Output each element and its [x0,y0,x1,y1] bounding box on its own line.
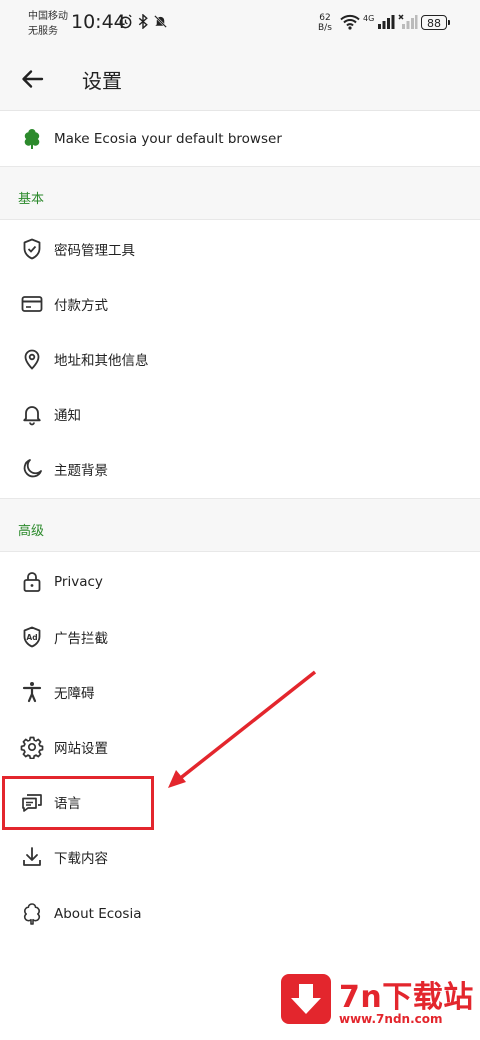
accessibility-icon [20,680,44,704]
bell-icon [20,402,44,426]
page-title: 设置 [82,69,122,93]
network-type: 4G [363,14,375,23]
settings-item-label: 网站设置 [54,740,108,757]
tree-outline-icon [20,902,44,926]
battery-indicator: 88 [421,15,450,30]
ad-shield-icon: Ad [20,625,44,649]
watermark: 7n下载站 www.7ndn.com [265,960,480,1040]
settings-item-label: 无障碍 [54,685,95,702]
back-arrow-icon [22,70,44,88]
network-speed-value: 62 [319,13,331,23]
app-bar: 设置 [0,48,480,111]
settings-item-passwords[interactable]: 密码管理工具 [0,221,480,276]
lock-icon [20,570,44,594]
settings-item-label: 付款方式 [54,297,108,314]
watermark-text: 7n下载站 [339,980,474,1015]
settings-item-site-settings[interactable]: 网站设置 [0,719,480,774]
settings-item-label: 密码管理工具 [54,242,135,259]
ecosia-tree-icon [20,127,44,151]
section-basic-title: 基本 [18,192,45,207]
settings-item-label: Privacy [54,573,103,590]
signal-icon [378,15,395,29]
settings-item-label: 地址和其他信息 [54,352,149,369]
mute-bell-icon [154,15,167,28]
section-basic-header: 基本 [0,166,480,220]
settings-item-addresses[interactable]: 地址和其他信息 [0,331,480,386]
settings-item-label: 通知 [54,407,81,424]
carrier-status: 无服务 [28,26,58,37]
settings-item-label: About Ecosia [54,905,142,922]
alarm-icon [119,14,132,29]
gear-icon [20,735,44,759]
download-icon [20,845,44,869]
network-speed: 62 B/s [318,13,332,33]
settings-item-about[interactable]: About Ecosia [0,886,480,941]
section-advanced-title: 高级 [18,524,45,539]
wifi-icon [340,14,360,30]
settings-item-notifications[interactable]: 通知 [0,386,480,441]
settings-item-downloads[interactable]: 下载内容 [0,829,480,884]
section-advanced-header: 高级 [0,498,480,552]
settings-item-label: 广告拦截 [54,630,108,647]
watermark-logo [281,974,331,1024]
settings-item-theme[interactable]: 主题背景 [0,441,480,496]
status-icons-left [118,14,168,29]
network-speed-unit: B/s [318,23,332,33]
settings-item-label: 下载内容 [54,850,108,867]
carrier-info: 中国移动 无服务 [28,9,68,39]
carrier-name: 中国移动 [28,11,68,22]
status-bar: 中国移动 无服务 10:44 62 B/s 4G 88 [0,0,480,48]
no-signal-icon [398,14,418,29]
shield-check-icon [20,237,44,261]
status-icons-right: 4G [340,14,418,30]
annotation-highlight-box [2,776,154,830]
bluetooth-icon [138,14,148,29]
location-pin-icon [20,347,44,371]
settings-item-accessibility[interactable]: 无障碍 [0,664,480,719]
moon-icon [20,457,44,481]
credit-card-icon [20,292,44,316]
settings-item-label: 主题背景 [54,462,108,479]
settings-item-adblock[interactable]: Ad 广告拦截 [0,609,480,664]
watermark-url: www.7ndn.com [339,1012,443,1026]
settings-item-payment[interactable]: 付款方式 [0,276,480,331]
default-browser-row[interactable]: Make Ecosia your default browser [0,111,480,166]
settings-item-privacy[interactable]: Privacy [0,554,480,609]
back-button[interactable] [18,64,48,94]
default-browser-label: Make Ecosia your default browser [54,130,282,147]
svg-text:Ad: Ad [26,633,37,642]
